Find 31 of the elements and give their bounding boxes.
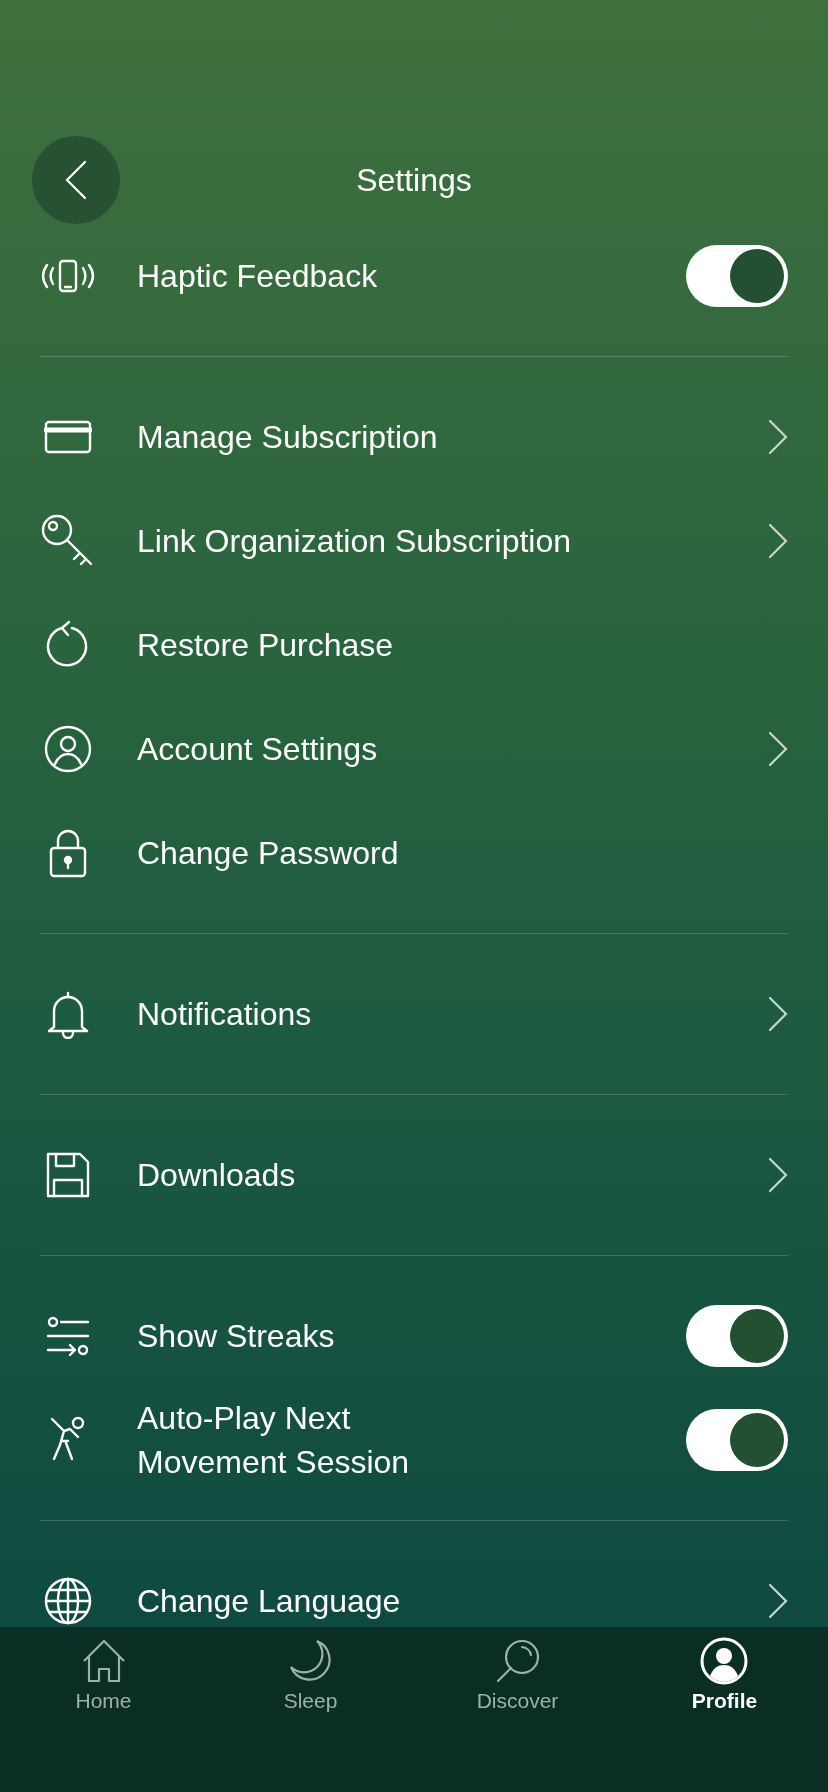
tab-bar-item[interactable]: Home xyxy=(75,1637,132,1713)
globe-icon xyxy=(44,1577,92,1625)
setting-label[interactable]: Downloads xyxy=(137,1153,768,1197)
setting-label: Auto-Play Next Movement Session xyxy=(137,1399,411,1482)
setting-label[interactable]: Change Password xyxy=(137,831,788,875)
setting-label[interactable]: Change Language xyxy=(137,1579,768,1623)
tab-bar-item[interactable]: Discover xyxy=(476,1637,559,1713)
setting-label[interactable]: Manage Subscription xyxy=(137,415,768,459)
sliders-icon xyxy=(46,1316,90,1356)
setting-label[interactable]: Restore Purchase xyxy=(137,623,788,667)
chevron-right-icon xyxy=(768,1583,788,1619)
bell-icon xyxy=(45,989,91,1039)
chevron-right-icon xyxy=(768,1157,788,1193)
tab-bar-item[interactable]: Profile xyxy=(691,1637,758,1713)
setting-label[interactable]: Account Settings xyxy=(137,727,768,771)
padlock-icon xyxy=(48,828,88,878)
credit-card-icon xyxy=(44,419,92,455)
user-circle-icon xyxy=(44,725,92,773)
chevron-right-icon xyxy=(768,419,788,455)
screen-title: Settings xyxy=(356,161,472,199)
setting-label[interactable]: Link Organization Subscription xyxy=(137,519,768,563)
profile-icon xyxy=(700,1637,749,1685)
chevron-right-icon xyxy=(768,731,788,767)
chevron-right-icon xyxy=(768,996,788,1032)
vibrating-phone-icon xyxy=(41,258,95,294)
chevron-right-icon xyxy=(768,523,788,559)
setting-label: Show Streaks xyxy=(137,1317,336,1356)
setting-label[interactable]: Notifications xyxy=(137,992,768,1036)
chevron-left-icon xyxy=(65,160,87,200)
setting-label: Haptic Feedback xyxy=(137,257,379,296)
tab-bar-item[interactable]: Sleep xyxy=(283,1637,338,1713)
